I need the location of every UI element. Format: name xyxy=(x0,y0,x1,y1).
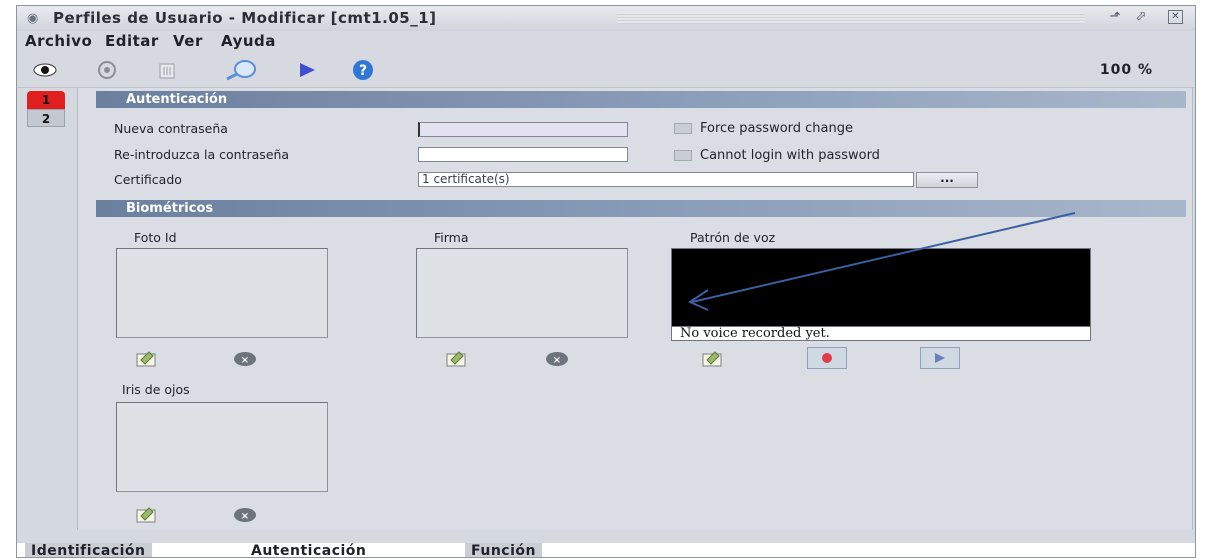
iris-load-icon[interactable] xyxy=(134,506,160,524)
maximize-icon[interactable]: ⬀ xyxy=(1133,10,1149,24)
play-icon[interactable] xyxy=(293,59,321,81)
search-icon[interactable] xyxy=(221,59,261,81)
record-button[interactable] xyxy=(807,347,847,369)
iris-box xyxy=(116,402,328,492)
signature-delete-icon[interactable]: × xyxy=(544,350,570,368)
voice-status-text: No voice recorded yet. xyxy=(671,326,1091,341)
cannot-login-checkbox[interactable] xyxy=(674,150,692,161)
force-change-label: Force password change xyxy=(700,121,853,136)
record-icon xyxy=(822,353,832,363)
play-voice-button[interactable] xyxy=(920,347,960,369)
repeat-password-label: Re-introduzca la contraseña xyxy=(114,147,290,162)
menu-archivo[interactable]: Archivo xyxy=(25,32,92,50)
side-tab-2[interactable]: 2 xyxy=(27,109,65,127)
svg-text:×: × xyxy=(241,355,249,366)
auth-section-header: Autenticación xyxy=(96,91,1186,108)
new-password-label: Nueva contraseña xyxy=(114,121,228,136)
iris-label: Iris de ojos xyxy=(122,382,190,397)
force-change-row[interactable]: Force password change xyxy=(674,121,853,136)
app-window: ◉ Perfiles de Usuario - Modificar [cmt1.… xyxy=(16,5,1196,558)
menu-ayuda[interactable]: Ayuda xyxy=(221,32,276,50)
bottom-tab-bar: Identificación Autenticación Función xyxy=(17,543,1195,557)
side-tabs: 1 2 xyxy=(27,91,65,127)
zoom-level: 100 % xyxy=(1099,62,1153,78)
browse-certificate-button[interactable]: ... xyxy=(916,172,978,188)
tab-funcion[interactable]: Función xyxy=(465,543,542,557)
new-password-field[interactable] xyxy=(418,122,628,137)
title-bar: ◉ Perfiles de Usuario - Modificar [cmt1.… xyxy=(17,6,1195,32)
signature-box xyxy=(416,248,628,338)
voice-pattern-label: Patrón de voz xyxy=(690,230,776,245)
photo-load-icon[interactable] xyxy=(134,350,160,368)
photo-id-label: Foto Id xyxy=(134,230,177,245)
signature-load-icon[interactable] xyxy=(444,350,470,368)
close-icon[interactable]: ✕ xyxy=(1168,10,1183,24)
photo-delete-icon[interactable]: × xyxy=(232,350,258,368)
iris-delete-icon[interactable]: × xyxy=(232,506,258,524)
photo-id-box xyxy=(116,248,328,338)
window-title: Perfiles de Usuario - Modificar [cmt1.05… xyxy=(53,9,437,27)
tab-autenticacion[interactable]: Autenticación xyxy=(245,543,373,557)
eye-app-icon: ◉ xyxy=(27,11,39,26)
certificate-label: Certificado xyxy=(114,172,182,187)
bio-section-header: Biométricos xyxy=(96,200,1186,217)
trash-icon[interactable] xyxy=(153,59,181,81)
play-voice-icon xyxy=(935,353,945,363)
form-panel: Autenticación Nueva contraseña Force pas… xyxy=(77,88,1193,530)
toolbar: ? 100 % xyxy=(17,51,1195,88)
svg-text:×: × xyxy=(553,355,561,366)
signature-label: Firma xyxy=(434,230,469,245)
voice-load-icon[interactable] xyxy=(700,350,726,368)
refresh-icon[interactable] xyxy=(93,59,121,81)
force-change-checkbox[interactable] xyxy=(674,123,692,134)
menu-editar[interactable]: Editar xyxy=(105,32,159,50)
help-icon[interactable]: ? xyxy=(349,59,377,81)
side-tab-1[interactable]: 1 xyxy=(27,91,65,109)
tab-identificacion[interactable]: Identificación xyxy=(25,543,152,557)
title-bar-fill xyxy=(617,12,1085,24)
menu-ver[interactable]: Ver xyxy=(173,32,203,50)
svg-text:×: × xyxy=(241,511,249,522)
eye-icon[interactable] xyxy=(31,59,59,81)
cannot-login-row[interactable]: Cannot login with password xyxy=(674,148,880,163)
voice-waveform-display xyxy=(671,248,1091,327)
svg-text:?: ? xyxy=(359,63,367,79)
cannot-login-label: Cannot login with password xyxy=(700,148,880,163)
repeat-password-field[interactable] xyxy=(418,147,628,162)
menu-bar: Archivo Editar Ver Ayuda xyxy=(17,31,1195,51)
certificate-field: 1 certificate(s) xyxy=(418,172,914,187)
restore-icon[interactable]: ⬏ xyxy=(1107,10,1123,24)
